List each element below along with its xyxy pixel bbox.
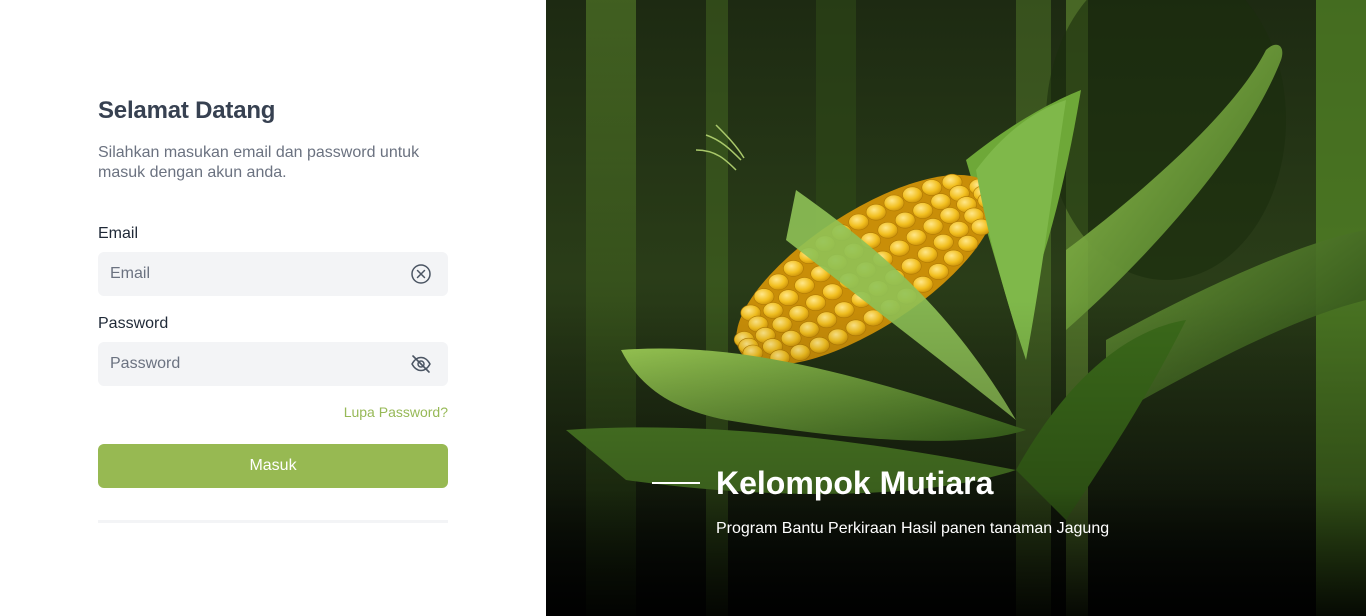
- password-field-container: [98, 342, 448, 386]
- hero-accent-line: [652, 482, 700, 484]
- corn-kernel: [928, 263, 949, 280]
- corn-kernel: [922, 218, 944, 235]
- corn-kernel: [768, 273, 789, 291]
- corn-kernel: [822, 283, 843, 301]
- corn-kernel: [794, 277, 815, 294]
- corn-kernel: [905, 229, 927, 246]
- password-label: Password: [98, 315, 169, 332]
- forgot-password-link[interactable]: Lupa Password?: [98, 403, 448, 421]
- login-form: Selamat Datang Silahkan masukan email da…: [98, 96, 448, 523]
- corn-kernel: [921, 179, 943, 196]
- corn-kernel: [912, 202, 934, 219]
- email-label: Email: [98, 225, 139, 242]
- corn-kernel: [902, 186, 923, 204]
- eye-off-icon[interactable]: [410, 353, 432, 375]
- login-button[interactable]: Masuk: [98, 444, 448, 488]
- email-input[interactable]: [98, 252, 448, 296]
- corn-kernel: [894, 211, 916, 229]
- corn-kernel: [865, 203, 887, 221]
- page-title: Selamat Datang: [98, 97, 276, 124]
- circle-x-icon[interactable]: [410, 263, 432, 285]
- corn-kernel: [957, 235, 979, 252]
- login-panel: Selamat Datang Silahkan masukan email da…: [0, 0, 546, 616]
- corn-kernel: [877, 221, 899, 239]
- corn-kernel: [948, 221, 970, 238]
- corn-kernel: [783, 260, 804, 277]
- hero-title: Kelompok Mutiara: [716, 465, 994, 501]
- corn-kernel: [939, 207, 961, 224]
- corn-kernel: [900, 257, 922, 275]
- hero-panel: Kelompok Mutiara Program Bantu Perkiraan…: [546, 0, 1366, 616]
- hero-subtitle: Program Bantu Perkiraan Hasil panen tana…: [716, 520, 1110, 537]
- password-input[interactable]: [98, 342, 448, 386]
- corn-kernel: [943, 249, 964, 267]
- divider: [98, 520, 448, 523]
- corn-kernel: [930, 193, 952, 210]
- corn-kernel: [883, 194, 905, 212]
- corn-kernel: [917, 246, 938, 263]
- email-field-container: [98, 252, 448, 296]
- corn-kernel: [933, 234, 954, 251]
- page-subtitle: Silahkan masukan email dan password untu…: [98, 144, 420, 181]
- corn-kernel: [889, 239, 910, 257]
- corn-kernel: [848, 213, 870, 231]
